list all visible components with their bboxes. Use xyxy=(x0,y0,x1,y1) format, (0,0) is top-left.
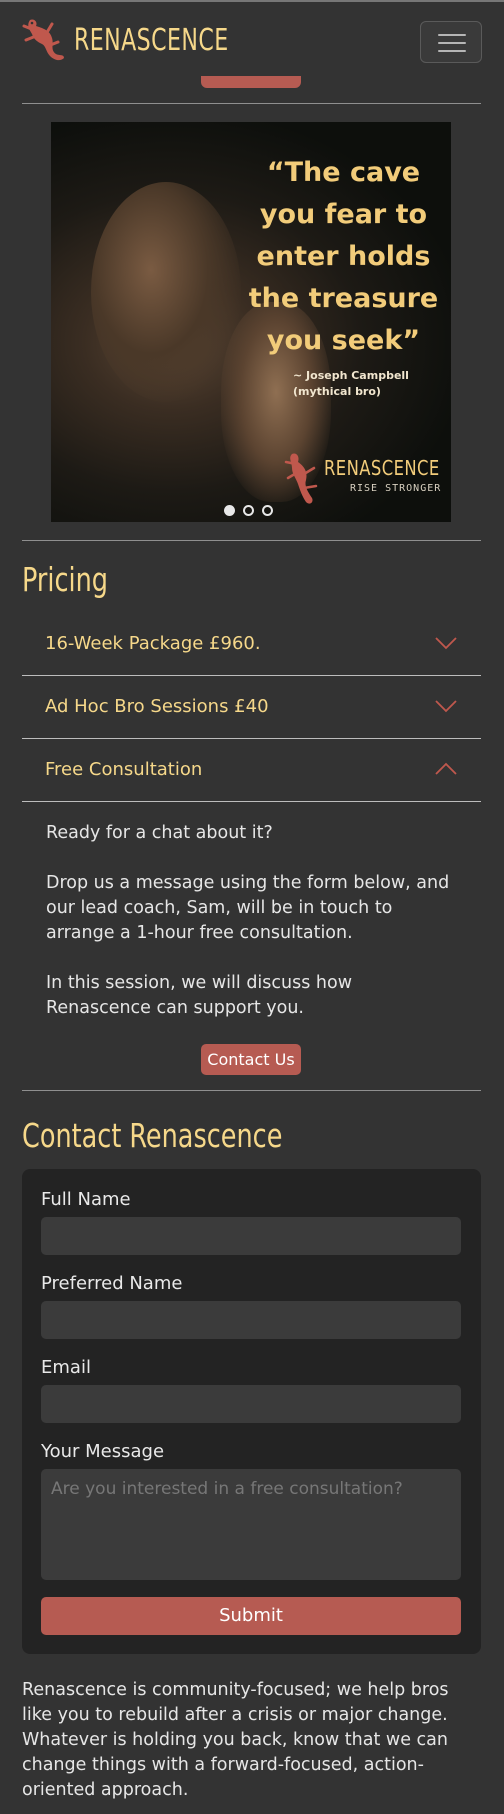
message-textarea[interactable] xyxy=(41,1469,461,1580)
consultation-intro: Ready for a chat about it? xyxy=(46,823,273,843)
submit-button[interactable]: Submit xyxy=(41,1597,461,1635)
accordion-label: Ad Hoc Bro Sessions £40 xyxy=(45,696,269,717)
partial-button[interactable] xyxy=(201,76,301,88)
accordion-label: Free Consultation xyxy=(45,759,203,780)
carousel-quote: “The cave you fear to enter holds the tr… xyxy=(248,157,439,356)
contact-heading: Contact Renascence xyxy=(22,1116,283,1155)
carousel-indicator-3[interactable] xyxy=(262,505,273,516)
consultation-details: Drop us a message using the form below, … xyxy=(46,873,450,943)
accordion-item-ad-hoc[interactable]: Ad Hoc Bro Sessions £40 xyxy=(22,677,481,739)
carousel-indicators xyxy=(224,505,273,516)
accordion-item-free-consultation[interactable]: Free Consultation xyxy=(22,740,481,802)
menu-toggle-button[interactable] xyxy=(420,21,482,63)
consultation-session: In this session, we will discuss how Ren… xyxy=(46,973,353,1018)
divider xyxy=(22,1090,481,1091)
divider xyxy=(22,103,481,104)
preferred-name-label: Preferred Name xyxy=(41,1273,183,1294)
divider xyxy=(22,540,481,541)
about-text: Renascence is community-focused; we help… xyxy=(22,1680,449,1800)
navbar: RENASCENCE xyxy=(0,0,504,77)
chevron-down-icon xyxy=(435,637,457,650)
full-name-input[interactable] xyxy=(41,1217,461,1255)
brand-name: RENASCENCE xyxy=(74,22,229,58)
carousel-indicator-1[interactable] xyxy=(224,505,235,516)
contact-us-button[interactable]: Contact Us xyxy=(201,1044,301,1075)
full-name-label: Full Name xyxy=(41,1189,131,1210)
chevron-down-icon xyxy=(435,700,457,713)
hamburger-icon xyxy=(438,34,466,36)
gecko-logo-icon xyxy=(284,453,318,504)
gecko-logo-icon xyxy=(22,19,64,61)
quote-carousel[interactable]: “The cave you fear to enter holds the tr… xyxy=(51,122,451,522)
preferred-name-input[interactable] xyxy=(41,1301,461,1339)
email-input[interactable] xyxy=(41,1385,461,1423)
carousel-indicator-2[interactable] xyxy=(243,505,254,516)
pricing-heading: Pricing xyxy=(22,560,109,599)
accordion-label: 16-Week Package £960. xyxy=(45,633,261,654)
email-label: Email xyxy=(41,1357,91,1378)
brand-link[interactable]: RENASCENCE xyxy=(20,16,263,64)
carousel-logo: RENASCENCE RISE STRONGER xyxy=(284,450,451,506)
carousel-image-face xyxy=(91,182,241,402)
accordion-item-16-week[interactable]: 16-Week Package £960. xyxy=(22,614,481,676)
chevron-up-icon xyxy=(435,762,457,775)
contact-form: Full Name Preferred Name Email Your Mess… xyxy=(22,1169,481,1654)
carousel-attribution: ~ Joseph Campbell (mythical bro) xyxy=(293,369,409,398)
message-label: Your Message xyxy=(41,1441,165,1462)
